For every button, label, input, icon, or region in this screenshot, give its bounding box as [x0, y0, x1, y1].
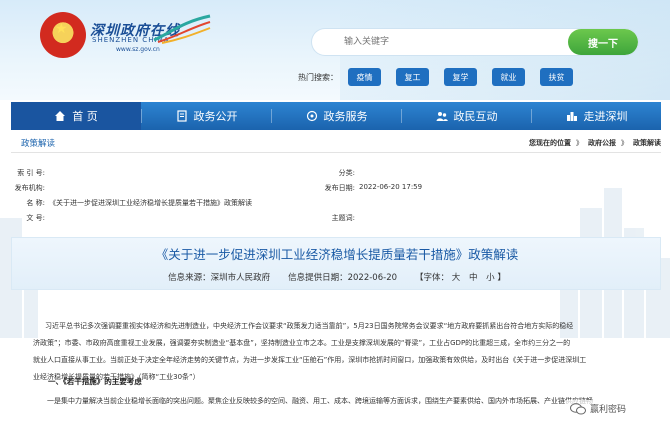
section-heading: 一、《若干措施》的主要考虑: [48, 377, 142, 386]
font-size-end: 】: [497, 273, 506, 283]
hot-tag-employment[interactable]: 就业: [492, 68, 525, 86]
nav-explore-shenzhen-label: 走进深圳: [583, 110, 628, 123]
font-size-medium-link[interactable]: 中: [469, 273, 478, 283]
breadcrumb: 政策解读 您现在的位置 》 政府公报 》 政策解读: [11, 133, 661, 153]
font-size-switcher: 【字体： 大 中 小 】: [415, 271, 506, 283]
interaction-icon: [436, 112, 448, 121]
date-value: 2022-06-20 17:59: [359, 183, 423, 191]
page-title: 《关于进一步促进深圳工业经济稳增长提质量若干措施》政策解读: [155, 247, 519, 262]
index-label: 索 引 号:: [17, 169, 45, 177]
nav-interaction[interactable]: 政民互动: [402, 102, 531, 130]
paragraph-line: 一是集中力量解决当前企业稳增长面临的突出问题。聚焦企业反映较多的空间、融资、用工…: [47, 397, 593, 405]
nav-home-label: 首 页: [72, 110, 98, 123]
document-info-table: 索 引 号: 分类: 发布机构: 发布日期: 2022-06-20 17:59 …: [11, 168, 661, 230]
home-icon: [55, 111, 66, 121]
info-row-index: 索 引 号:: [11, 168, 49, 178]
classify-label: 分类:: [338, 169, 355, 177]
search-button[interactable]: 搜一下: [568, 29, 638, 55]
document-meta: 信息来源：深圳市人民政府 信息提供日期：2022-06-20 【字体： 大 中 …: [12, 271, 662, 283]
document-date: 信息提供日期：2022-06-20: [288, 273, 398, 283]
site-logo-url: www.sz.gov.cn: [116, 46, 160, 53]
nav-interaction-label: 政民互动: [453, 110, 498, 123]
nav-gov-service-label: 政务服务: [323, 110, 368, 123]
wechat-icon: [570, 402, 586, 414]
hot-tag-epidemic[interactable]: 疫情: [348, 68, 381, 86]
breadcrumb-link-policy[interactable]: 政策解读: [633, 138, 661, 148]
hot-tag-resume-school[interactable]: 复学: [444, 68, 477, 86]
nav-explore-shenzhen[interactable]: 走进深圳: [532, 102, 661, 130]
logo-swoosh-icon: [153, 14, 211, 44]
search-input[interactable]: [312, 29, 568, 55]
issuer-label: 发布机构:: [14, 184, 45, 192]
info-row-issuer: 发布机构:: [11, 183, 49, 193]
name-value: 《关于进一步促进深圳工业经济稳增长提质量若干措施》政策解读: [49, 199, 252, 207]
service-icon: [306, 110, 317, 122]
date-label: 发布日期:: [324, 184, 355, 192]
nav-home[interactable]: 首 页: [11, 102, 141, 130]
nav-gov-service[interactable]: 政务服务: [272, 102, 401, 130]
font-size-label: 【字体：: [415, 273, 450, 283]
name-label: 名 称:: [26, 199, 45, 207]
main-nav: 首 页 政务公开 政务服务 政民互动 走进深圳: [11, 102, 661, 130]
breadcrumb-section-title: 政策解读: [21, 139, 56, 149]
national-emblem-icon[interactable]: ★: [40, 12, 86, 58]
paragraph-line: 就业人口直接从事工业。当前正处于决定全年经济走势的关键节点，为进一步发挥工业“压…: [33, 356, 587, 364]
breadcrumb-link-gazette[interactable]: 政府公报: [588, 138, 616, 148]
nav-gov-affairs-label: 政务公开: [193, 110, 238, 123]
city-icon: [566, 112, 577, 121]
document-icon: [176, 110, 187, 122]
subject-label: 主题词:: [331, 214, 355, 222]
wechat-watermark: 赢利密码: [566, 400, 631, 417]
nav-gov-affairs[interactable]: 政务公开: [142, 102, 271, 130]
docno-label: 文 号:: [26, 214, 45, 222]
hot-tag-resume-work[interactable]: 复工: [396, 68, 429, 86]
info-row-name: 名 称: 《关于进一步促进深圳工业经济稳增长提质量若干措施》政策解读: [11, 198, 252, 208]
paragraph-line: 济政策”；市委、市政府高度重视工业发展，强调要夯实制造业“基本盘”，坚持制造业立…: [33, 339, 571, 347]
site-header: ★ 深圳政府在线 SHENZHEN CHINA www.sz.gov.cn 搜一…: [0, 0, 670, 100]
info-row-classify: 分类:: [321, 168, 359, 178]
watermark-text: 赢利密码: [590, 405, 627, 415]
font-size-large-link[interactable]: 大: [452, 273, 461, 283]
search-box: 搜一下: [312, 29, 638, 55]
breadcrumb-prefix: 您现在的位置: [529, 139, 571, 147]
document-header: 《关于进一步促进深圳工业经济稳增长提质量若干措施》政策解读 信息来源：深圳市人民…: [11, 237, 661, 290]
info-row-date: 发布日期: 2022-06-20 17:59: [321, 183, 422, 193]
font-size-small-link[interactable]: 小: [486, 273, 495, 283]
hot-search-label: 热门搜索：: [298, 73, 338, 82]
breadcrumb-separator: 》: [621, 139, 628, 147]
breadcrumb-separator: 》: [576, 139, 583, 147]
info-row-docno: 文 号:: [11, 213, 49, 223]
hot-tag-poverty[interactable]: 扶贫: [540, 68, 573, 86]
paragraph-line: 习近平总书记多次强调要重视实体经济和先进制造业，中央经济工作会议要求“政策发力适…: [45, 322, 574, 330]
document-source: 信息来源：深圳市人民政府: [168, 273, 271, 283]
info-row-subject: 主题词:: [321, 213, 359, 223]
breadcrumb-path: 您现在的位置 》 政府公报 》 政策解读: [529, 138, 661, 148]
